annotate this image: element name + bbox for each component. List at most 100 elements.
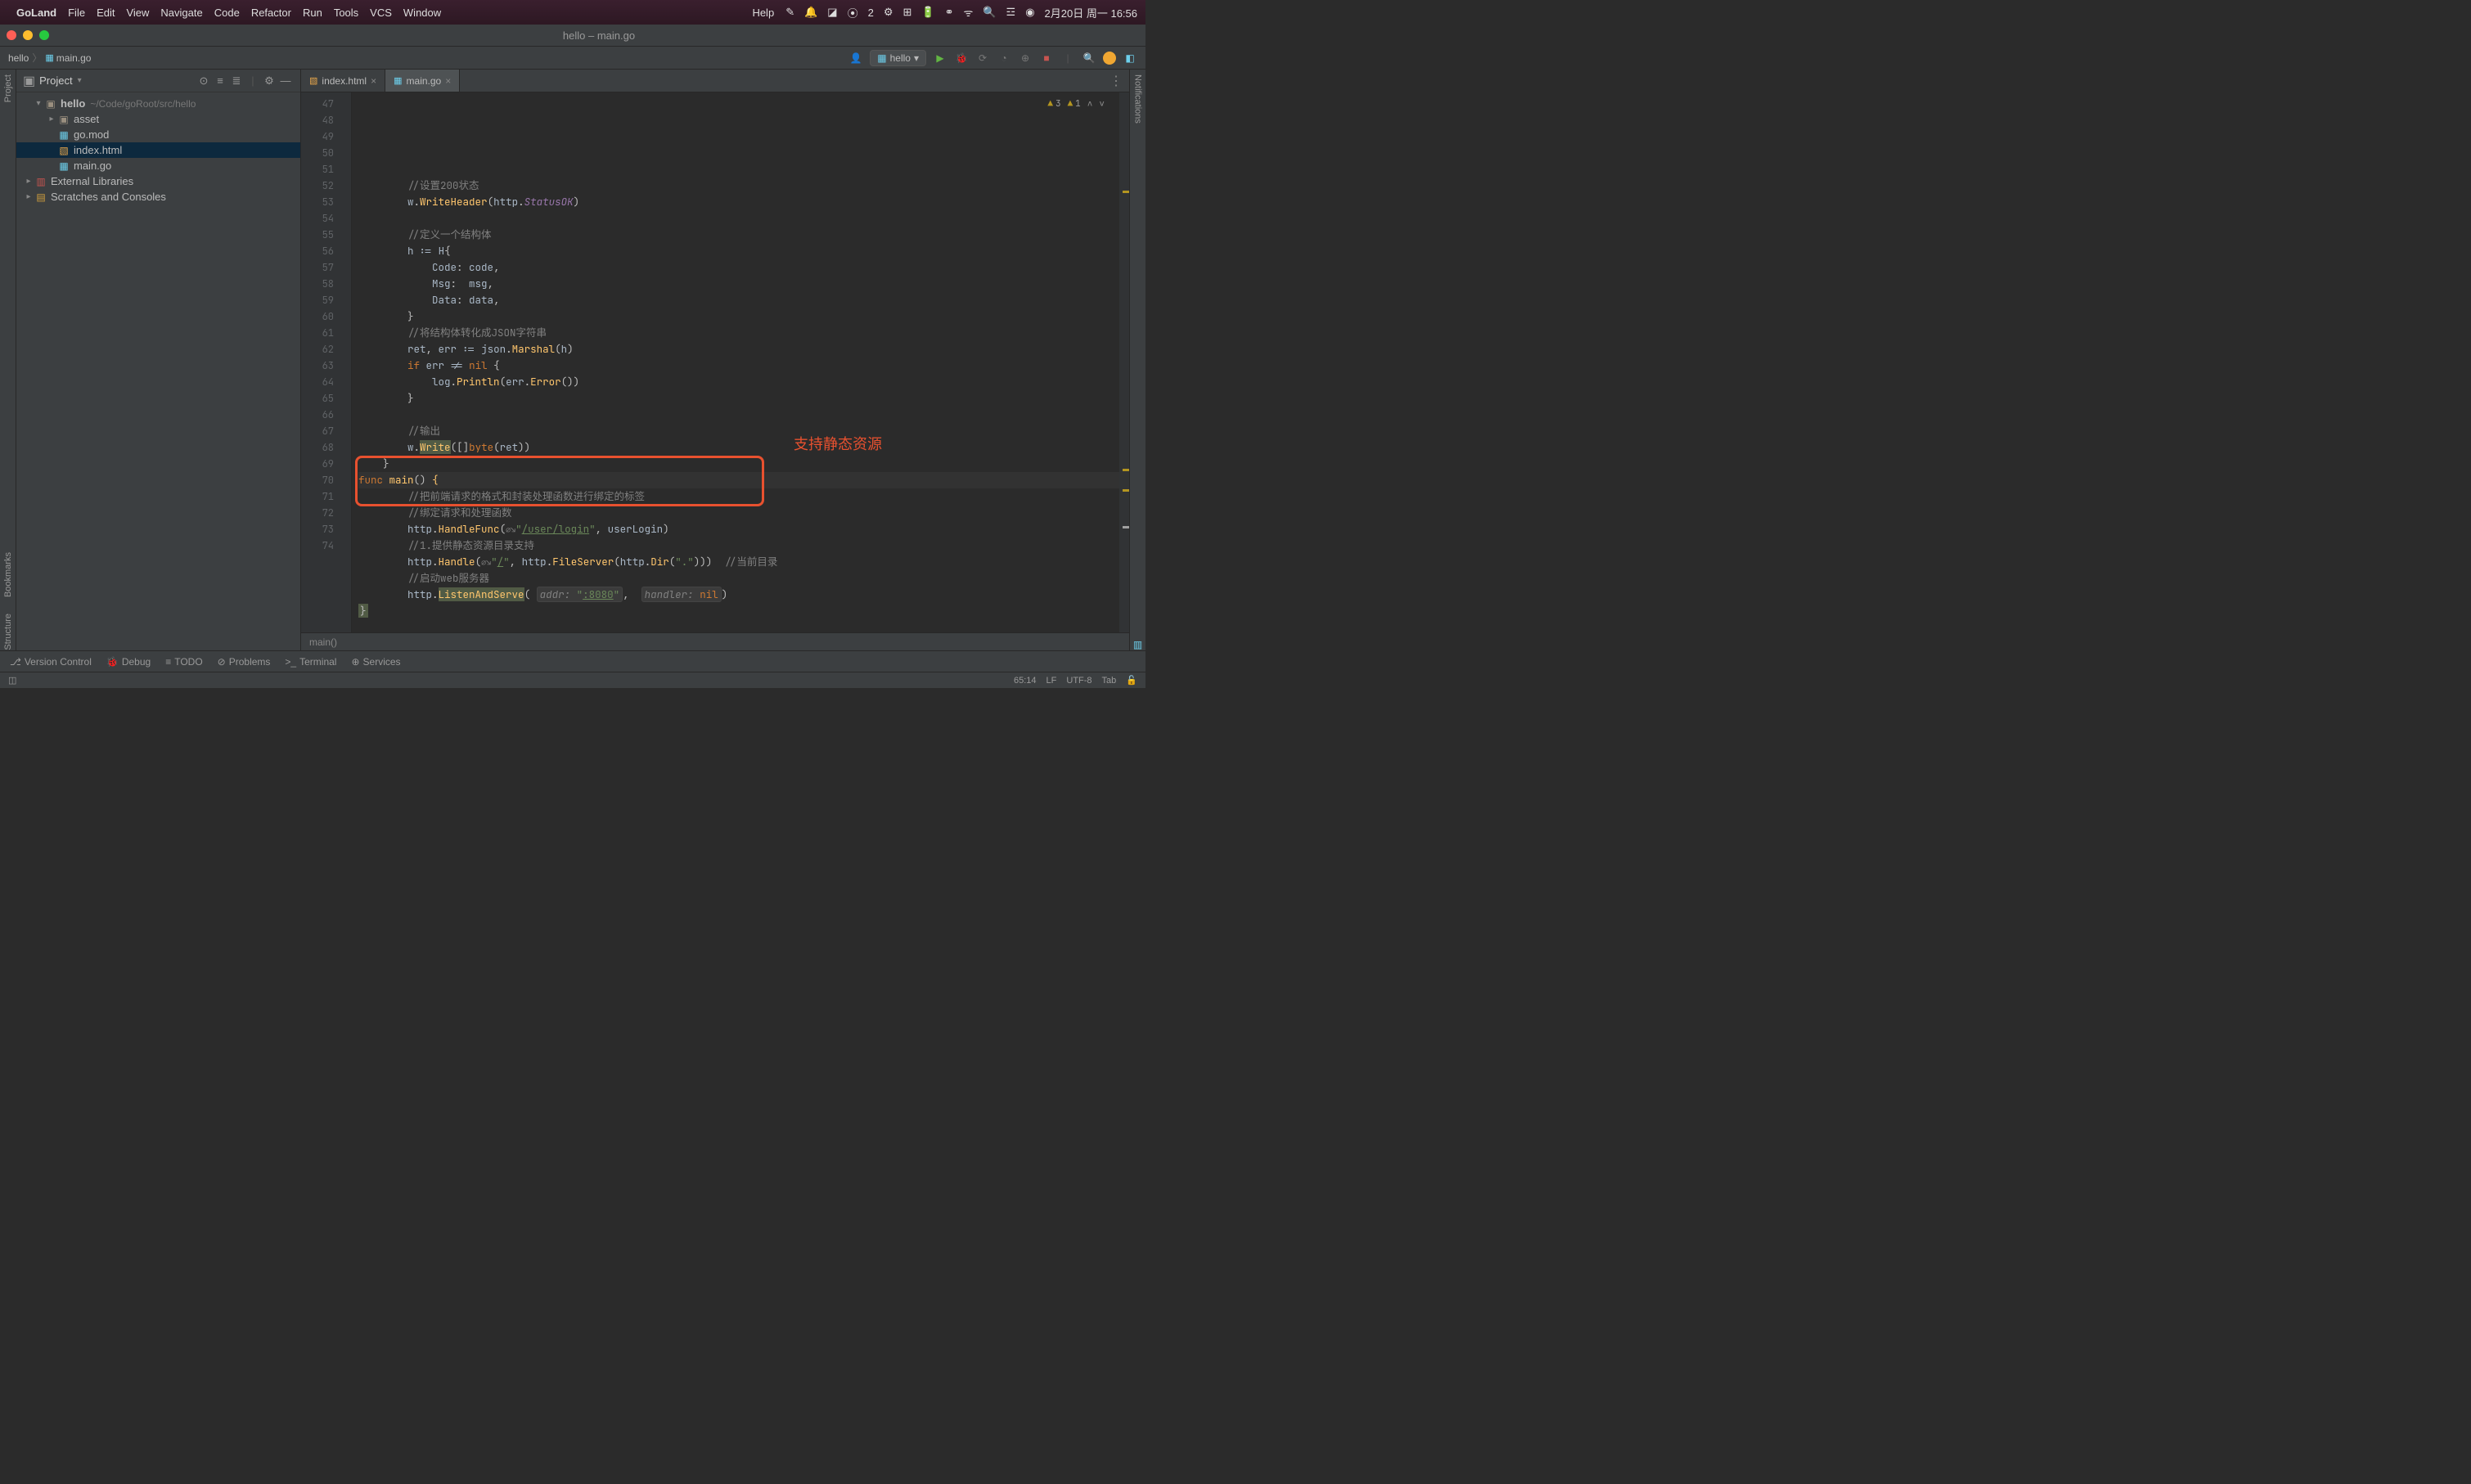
menu-navigate[interactable]: Navigate bbox=[160, 7, 202, 19]
menu-file[interactable]: File bbox=[68, 7, 85, 19]
line-number[interactable]: 54 bbox=[301, 210, 334, 227]
code-line[interactable] bbox=[358, 619, 1119, 632]
line-number[interactable]: 73 bbox=[301, 521, 334, 537]
line-number[interactable]: 64 bbox=[301, 374, 334, 390]
structure-tool-tab[interactable]: Structure bbox=[3, 614, 13, 650]
coverage-button[interactable]: ⟳ bbox=[975, 51, 990, 65]
editor-tab[interactable]: ▧index.html× bbox=[301, 70, 385, 92]
line-number[interactable]: 74 bbox=[301, 537, 334, 554]
tree-root[interactable]: ▾ ▣ hello ~/Code/goRoot/src/hello bbox=[16, 96, 300, 111]
editor-tab[interactable]: ▦main.go× bbox=[385, 70, 460, 92]
line-number[interactable]: 59 bbox=[301, 292, 334, 308]
code-line[interactable]: } bbox=[358, 603, 1119, 619]
run-button[interactable]: ▶ bbox=[933, 51, 947, 65]
code-line[interactable]: Code: code, bbox=[358, 259, 1119, 276]
code-line[interactable]: h := H{ bbox=[358, 243, 1119, 259]
inspections-widget[interactable]: ▲3 ▲1 ∧ ∨ bbox=[1047, 96, 1105, 112]
tuning-icon[interactable]: ⚙ bbox=[884, 6, 893, 19]
line-number[interactable]: 67 bbox=[301, 423, 334, 439]
line-number[interactable]: 51 bbox=[301, 161, 334, 178]
maximize-window-button[interactable] bbox=[39, 30, 49, 40]
tabs-more-icon[interactable]: ⋮ bbox=[1103, 70, 1129, 92]
code-line[interactable]: //输出 bbox=[358, 423, 1119, 439]
line-number[interactable]: 68 bbox=[301, 439, 334, 456]
bottom-tool-problems[interactable]: ⊘Problems bbox=[218, 656, 271, 668]
collapse-all-icon[interactable]: ≣ bbox=[228, 73, 245, 89]
line-number[interactable]: 61 bbox=[301, 325, 334, 341]
tree-item[interactable]: ▦go.mod bbox=[16, 127, 300, 142]
code-line[interactable]: http.ListenAndServe( addr: ":8080", hand… bbox=[358, 587, 1119, 603]
breadcrumb-root[interactable]: hello bbox=[8, 52, 29, 64]
app-name[interactable]: GoLand bbox=[16, 7, 56, 19]
breadcrumb-file[interactable]: main.go bbox=[56, 52, 92, 64]
project-tree[interactable]: ▾ ▣ hello ~/Code/goRoot/src/hello ▸▣asse… bbox=[16, 92, 300, 650]
cluster-icon[interactable]: ⚭ bbox=[945, 6, 954, 19]
line-number[interactable]: 60 bbox=[301, 308, 334, 325]
search-icon[interactable]: 🔍 bbox=[983, 6, 996, 19]
ide-settings-icon[interactable]: ◧ bbox=[1123, 51, 1137, 65]
pencil-icon[interactable]: ✎ bbox=[785, 6, 794, 19]
close-window-button[interactable] bbox=[7, 30, 16, 40]
user-add-icon[interactable]: 👤 bbox=[848, 51, 863, 65]
run-config-selector[interactable]: ▦ hello ▾ bbox=[870, 50, 926, 66]
tree-external-libraries[interactable]: ▸ ▥ External Libraries bbox=[16, 173, 300, 189]
square-icon[interactable]: ◪ bbox=[827, 6, 837, 19]
line-number[interactable]: 48 bbox=[301, 112, 334, 128]
bottom-tool-debug[interactable]: 🐞Debug bbox=[106, 656, 151, 668]
line-number[interactable]: 50 bbox=[301, 145, 334, 161]
chevron-down-icon[interactable]: ▾ bbox=[33, 99, 44, 108]
line-number[interactable]: 69 bbox=[301, 456, 334, 472]
editor-body[interactable]: 47484950515253545556575859606162636465▶6… bbox=[301, 92, 1129, 632]
menu-tools[interactable]: Tools bbox=[334, 7, 358, 19]
file-encoding[interactable]: UTF-8 bbox=[1066, 676, 1091, 686]
code-line[interactable]: //1.提供静态资源目录支持 bbox=[358, 537, 1119, 554]
readonly-lock-icon[interactable]: 🔓 bbox=[1126, 675, 1137, 686]
bookmarks-tool-tab[interactable]: Bookmarks bbox=[3, 552, 13, 597]
error-stripe[interactable] bbox=[1119, 92, 1129, 632]
code-line[interactable]: } bbox=[358, 308, 1119, 325]
bottom-tool-terminal[interactable]: >_Terminal bbox=[285, 656, 336, 668]
line-number[interactable]: 55 bbox=[301, 227, 334, 243]
code-line[interactable]: //绑定请求和处理函数 bbox=[358, 505, 1119, 521]
minimize-window-button[interactable] bbox=[23, 30, 33, 40]
caret-position[interactable]: 65:14 bbox=[1014, 676, 1037, 686]
siri-icon[interactable]: ◉ bbox=[1025, 6, 1034, 19]
datetime[interactable]: 2月20日 周一 16:56 bbox=[1045, 5, 1137, 20]
db-icon[interactable]: ▥ bbox=[1133, 639, 1142, 650]
code-line[interactable] bbox=[358, 210, 1119, 227]
line-number[interactable]: 66 bbox=[301, 407, 334, 423]
controls-icon[interactable]: ☲ bbox=[1006, 6, 1016, 19]
line-number[interactable]: 65▶ bbox=[301, 390, 334, 407]
line-number[interactable]: 72 bbox=[301, 505, 334, 521]
tree-item[interactable]: ▦main.go bbox=[16, 158, 300, 173]
bottom-tool-version-control[interactable]: ⎇Version Control bbox=[10, 656, 92, 668]
code-line[interactable]: log.Println(err.Error()) bbox=[358, 374, 1119, 390]
chevron-down-icon[interactable]: ▾ bbox=[78, 76, 82, 85]
code-line[interactable]: Data: data, bbox=[358, 292, 1119, 308]
menu-help[interactable]: Help bbox=[752, 7, 774, 19]
menu-view[interactable]: View bbox=[126, 7, 149, 19]
notifications-tool-tab[interactable]: Notifications bbox=[1133, 74, 1143, 124]
menu-edit[interactable]: Edit bbox=[97, 7, 115, 19]
code-line[interactable]: http.Handle(⌀↘"/", http.FileServer(http.… bbox=[358, 554, 1119, 570]
line-number[interactable]: 49 bbox=[301, 128, 334, 145]
hide-panel-icon[interactable]: — bbox=[277, 73, 294, 89]
bottom-tool-todo[interactable]: ≡TODO bbox=[165, 656, 202, 668]
select-opened-file-icon[interactable]: ⊙ bbox=[196, 73, 212, 89]
menu-code[interactable]: Code bbox=[214, 7, 240, 19]
indent-style[interactable]: Tab bbox=[1102, 676, 1117, 686]
line-number[interactable]: 63 bbox=[301, 358, 334, 374]
code-area[interactable]: ▲3 ▲1 ∧ ∨ 支持静态资源 //设置200状态 w.WriteHeader… bbox=[352, 92, 1119, 632]
profile-button[interactable]: ◔ bbox=[997, 51, 1011, 65]
code-breadcrumb-item[interactable]: main() bbox=[309, 636, 337, 648]
close-tab-icon[interactable]: × bbox=[371, 75, 376, 87]
statusbar-tools-icon[interactable]: ◫ bbox=[8, 675, 16, 686]
debug-button[interactable]: 🐞 bbox=[954, 51, 969, 65]
code-line[interactable]: //定义一个结构体 bbox=[358, 227, 1119, 243]
line-number[interactable]: 71 bbox=[301, 488, 334, 505]
bottom-tool-services[interactable]: ⊕Services bbox=[351, 656, 400, 668]
menu-run[interactable]: Run bbox=[303, 7, 322, 19]
code-line[interactable]: w.Write([]byte(ret)) bbox=[358, 439, 1119, 456]
code-line[interactable]: w.WriteHeader(http.StatusOK) bbox=[358, 194, 1119, 210]
stop-button[interactable]: ■ bbox=[1039, 51, 1054, 65]
